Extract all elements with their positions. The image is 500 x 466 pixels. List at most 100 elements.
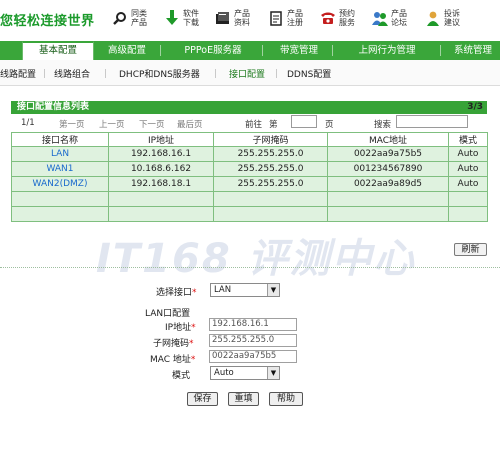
table-cell [327, 206, 449, 222]
column-header: MAC地址 [327, 132, 449, 147]
table-cell [213, 191, 328, 207]
first-page-link[interactable]: 第一页 [59, 118, 85, 130]
table-cell: 192.168.18.1 [108, 176, 214, 192]
subnav-dhcp-dns[interactable]: DHCP和DNS服务器 [119, 67, 200, 80]
tab-basic-config[interactable]: 基本配置 [22, 41, 94, 60]
save-button[interactable]: 保存 [187, 392, 218, 406]
tab-bandwidth[interactable]: 带宽管理 [268, 41, 330, 60]
sub-nav: 线路配置 线路组合 DHCP和DNS服务器 接口配置 DDNS配置 [0, 60, 500, 86]
top-link-booking-service[interactable]: 预约服务 [320, 9, 357, 27]
tab-pppoe-server[interactable]: PPPoE服务器 [166, 41, 260, 60]
subnav-separator [215, 69, 216, 78]
top-link-complaint[interactable]: 投诉建议 [425, 9, 462, 27]
watermark: IT168 评测中心 [96, 236, 416, 282]
mode-select[interactable]: Auto ▼ [210, 366, 280, 380]
column-header: IP地址 [108, 132, 214, 147]
subnav-separator [276, 69, 277, 78]
record-count: 3/3 [467, 102, 483, 112]
table-row[interactable]: WAN2(DMZ) 192.168.18.1 255.255.255.0 002… [11, 176, 488, 192]
mac-address-label: MAC 地址* [150, 355, 196, 365]
tab-separator [332, 45, 333, 56]
page-indicator: 1/1 [21, 118, 35, 128]
mac-address-field[interactable]: 0022aa9a75b5 [209, 350, 297, 363]
section-divider [0, 267, 500, 268]
search-label: 搜索 [374, 120, 392, 130]
dropdown-arrow-icon: ▼ [267, 367, 279, 379]
search-input[interactable] [396, 115, 468, 128]
interface-list-panel: 接口配置信息列表 3/3 1/1 第一页 上一页 下一页 最后页 前往 第 页 … [11, 101, 488, 228]
table-cell: 001234567890 [327, 161, 449, 177]
subnav-ddns-config[interactable]: DDNS配置 [287, 67, 331, 80]
goto-di: 第 [269, 120, 278, 130]
table-cell: 192.168.16.1 [108, 146, 214, 162]
table-cell: 255.255.255.0 [213, 176, 328, 192]
brand-logo: 您轻松连接世界 [0, 14, 95, 29]
tab-separator [440, 45, 441, 56]
subnav-interface-config[interactable]: 接口配置 [229, 67, 265, 80]
table-cell [448, 191, 488, 207]
tab-separator [160, 45, 161, 56]
column-header: 接口名称 [11, 132, 109, 147]
interface-name-link[interactable]: WAN2(DMZ) [11, 176, 109, 192]
subnav-separator [105, 69, 106, 78]
top-link-product-forum[interactable]: 产品论坛 [372, 9, 409, 27]
table-row[interactable]: WAN1 10.168.6.162 255.255.255.0 00123456… [11, 161, 488, 177]
interface-name-link[interactable]: LAN [11, 146, 109, 162]
top-bar: 您轻松连接世界 同类产品 软件下载 产品资料 产品注册 预约服务 产品论坛 投诉… [0, 0, 500, 40]
prev-page-link[interactable]: 上一页 [99, 118, 125, 130]
tab-behavior-management[interactable]: 上网行为管理 [338, 41, 436, 60]
subnav-line-config[interactable]: 线路配置 [0, 67, 36, 80]
pager: 1/1 第一页 上一页 下一页 最后页 前往 第 页 搜索 [11, 114, 487, 132]
forum-people-icon [372, 9, 388, 27]
mode-label: 模式 [172, 371, 191, 381]
table-cell [448, 206, 488, 222]
column-header: 子网掩码 [213, 132, 328, 147]
table-row [11, 206, 488, 222]
document-stack-icon [215, 9, 231, 27]
interface-select[interactable]: LAN ▼ [210, 283, 280, 297]
top-link-product-register[interactable]: 产品注册 [268, 9, 305, 27]
complaint-person-icon [425, 9, 441, 27]
ip-address-field[interactable]: 192.168.16.1 [209, 318, 297, 331]
refresh-button[interactable]: 刷新 [454, 243, 487, 256]
register-document-icon [268, 9, 284, 27]
table-cell [108, 191, 214, 207]
help-button[interactable]: 帮助 [269, 392, 303, 406]
top-link-software-download[interactable]: 软件下载 [164, 9, 201, 27]
panel-title: 接口配置信息列表 [17, 102, 90, 112]
top-link-product-docs[interactable]: 产品资料 [215, 9, 252, 27]
required-mark: * [192, 288, 197, 298]
goto-suffix: 页 [325, 120, 334, 130]
table-cell [327, 191, 449, 207]
reset-button[interactable]: 重填 [228, 392, 259, 406]
ip-label: IP地址* [165, 323, 196, 333]
column-header: 模式 [448, 132, 488, 147]
subnet-mask-label: 子网掩码* [153, 339, 194, 349]
dropdown-arrow-icon: ▼ [267, 284, 279, 296]
tab-advanced-config[interactable]: 高级配置 [96, 41, 158, 60]
table-row[interactable]: LAN 192.168.16.1 255.255.255.0 0022aa9a7… [11, 146, 488, 162]
table-header-row: 接口名称 IP地址 子网掩码 MAC地址 模式 [11, 132, 488, 147]
goto-page-input[interactable] [291, 115, 317, 128]
telephone-icon [320, 9, 336, 27]
subnet-mask-field[interactable]: 255.255.255.0 [209, 334, 297, 347]
table-cell: Auto [448, 161, 488, 177]
table-cell: Auto [448, 146, 488, 162]
download-arrow-icon [164, 9, 180, 27]
last-page-link[interactable]: 最后页 [177, 118, 203, 130]
interface-name-link[interactable]: WAN1 [11, 161, 109, 177]
table-cell: Auto [448, 176, 488, 192]
subnav-separator [44, 69, 45, 78]
table-cell: 10.168.6.162 [108, 161, 214, 177]
table-cell [213, 206, 328, 222]
table-cell: 255.255.255.0 [213, 161, 328, 177]
subnav-line-combination[interactable]: 线路组合 [54, 67, 90, 80]
goto-prefix: 前往 [245, 120, 263, 130]
next-page-link[interactable]: 下一页 [139, 118, 165, 130]
lan-section-title: LAN口配置 [145, 309, 191, 319]
top-link-similar-products[interactable]: 同类产品 [112, 9, 149, 27]
main-tab-bar: 基本配置 高级配置 PPPoE服务器 带宽管理 上网行为管理 系统管理 [0, 41, 500, 60]
tab-system-management[interactable]: 系统管理 [446, 41, 500, 60]
table-cell: 255.255.255.0 [213, 146, 328, 162]
interface-table: 接口名称 IP地址 子网掩码 MAC地址 模式 LAN 192.168.16.1… [11, 132, 488, 222]
